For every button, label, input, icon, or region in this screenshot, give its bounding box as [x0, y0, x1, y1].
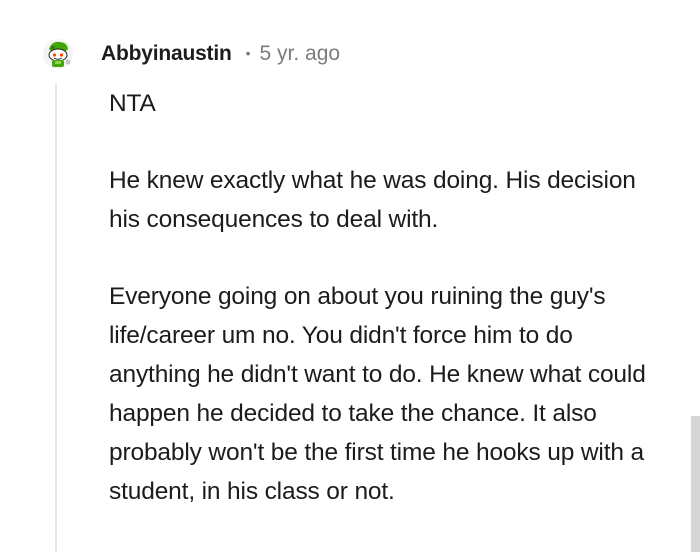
comment-paragraph: He knew exactly what he was doing. His d… — [109, 167, 636, 233]
thread-line[interactable] — [55, 84, 57, 552]
comment-paragraph: NTA — [109, 90, 156, 117]
username[interactable]: Abbyinaustin — [101, 42, 232, 66]
avatar[interactable] — [42, 38, 74, 70]
comment-header: Abbyinaustin • 5 yr. ago — [101, 39, 340, 69]
timestamp[interactable]: 5 yr. ago — [260, 42, 341, 66]
comment-paragraph: Everyone going on about you ruining the … — [109, 283, 646, 505]
comment-body: NTA He knew exactly what he was doing. H… — [109, 84, 669, 511]
reddit-snoo-avatar-icon — [43, 39, 73, 69]
meta-separator: • — [245, 45, 251, 61]
scrollbar-thumb[interactable] — [691, 416, 700, 552]
comment: Abbyinaustin • 5 yr. ago NTA He knew exa… — [0, 0, 700, 552]
